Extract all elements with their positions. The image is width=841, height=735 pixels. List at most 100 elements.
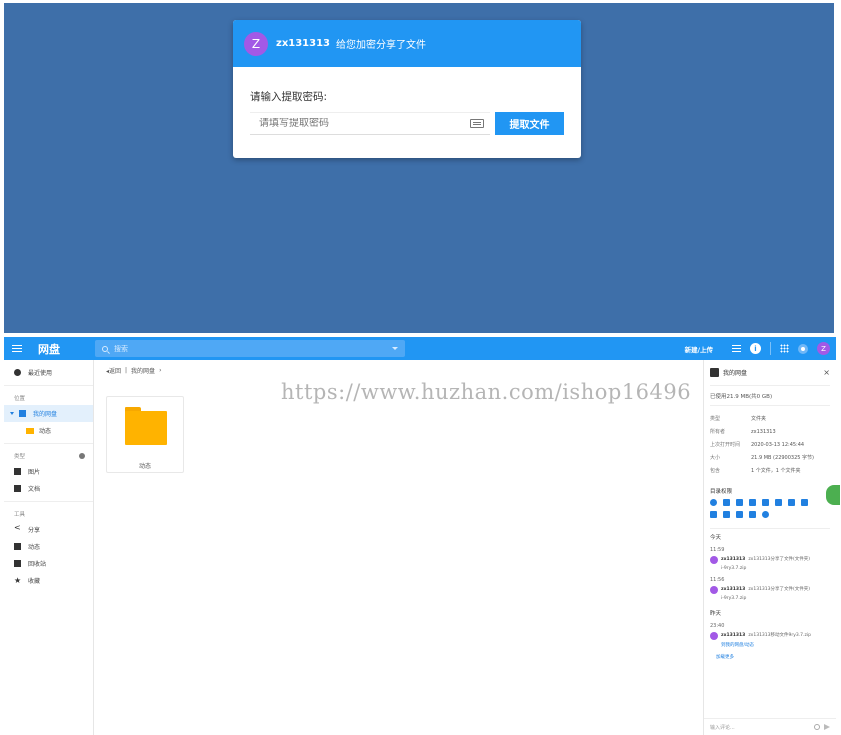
folder-item[interactable]: 动态: [106, 396, 184, 473]
activity-item: zx131313 zx131313移动文件9ry3.7.zip: [710, 632, 830, 640]
sidebar-divider: [4, 443, 93, 444]
sidebar-divider: [4, 385, 93, 386]
back-link[interactable]: ◂返回: [106, 366, 121, 375]
sidebar-item-my-drive[interactable]: 我的网盘: [4, 405, 93, 422]
dialog-header: Z zx131313 给您加密分享了文件: [233, 20, 581, 67]
activity-icon: [14, 543, 21, 550]
sidebar-item-label: 动态: [39, 428, 52, 435]
list-view-icon[interactable]: [732, 345, 741, 352]
add-category-icon[interactable]: [79, 452, 85, 459]
new-upload-button[interactable]: 新建/上传: [685, 344, 713, 354]
sidebar-item-subfolder[interactable]: 动态: [4, 422, 93, 439]
floating-action-tab[interactable]: [826, 485, 840, 505]
sidebar-item-label: 文档: [28, 486, 41, 493]
activity-text-wrap: zx131313 zx131313移动文件9ry3.7.zip: [721, 632, 811, 638]
share-permission-icon[interactable]: [762, 511, 769, 518]
info-icon[interactable]: i: [750, 343, 761, 354]
property-row: 所有者 zx131313: [710, 425, 830, 438]
copy-permission-icon[interactable]: [723, 499, 730, 506]
send-icon[interactable]: [824, 724, 830, 730]
sidebar-item-recycle[interactable]: 回收站: [4, 555, 93, 572]
watermark-text: https://www.huzhan.com/ishop16496: [281, 380, 692, 404]
load-more-link[interactable]: 加载更多: [710, 654, 830, 660]
view-permission-icon[interactable]: [710, 499, 717, 506]
property-key: 包含: [710, 468, 721, 474]
folder-permission-icon[interactable]: [749, 511, 756, 518]
edit-permission-icon[interactable]: [762, 499, 769, 506]
sidebar-item-label: 动态: [28, 544, 41, 551]
avatar: [710, 586, 718, 594]
hamburger-menu-icon[interactable]: [12, 345, 22, 352]
property-key: 所有者: [710, 429, 726, 435]
property-key: 上次打开时间: [710, 442, 741, 448]
comment-input[interactable]: 输入评论...: [710, 724, 735, 731]
duplicate-permission-icon[interactable]: [710, 511, 717, 518]
clock-icon: [14, 369, 21, 376]
delete-permission-icon[interactable]: [736, 499, 743, 506]
extract-password-dialog: Z zx131313 给您加密分享了文件 请输入提取密码: 提取文件: [233, 20, 581, 158]
trash-icon: [14, 560, 21, 567]
property-row: 上次打开时间 2020-03-13 12:45:44: [710, 438, 830, 451]
comment-actions: [814, 724, 830, 730]
sidebar-item-favorites[interactable]: ★ 收藏: [4, 572, 93, 589]
activity-time: 11:56: [710, 577, 725, 583]
file-area: ◂返回 | 我的网盘 › 动态 https://www.huzhan.com/i…: [95, 360, 702, 735]
password-field-box[interactable]: [250, 112, 490, 135]
property-key: 大小: [710, 455, 721, 461]
activity-text: zx131313分享了文件(文件夹): [748, 557, 811, 562]
activity-file-link[interactable]: 到我的网盘/动态: [710, 642, 830, 648]
toolbar-divider: [770, 342, 771, 355]
comment-bar: 输入评论...: [704, 718, 836, 735]
expand-chevron-icon[interactable]: [10, 412, 14, 415]
property-value: 2020-03-13 12:45:44: [751, 441, 805, 448]
activity-divider: [710, 528, 830, 529]
activity-item: zx131313 zx131313分享了文件(文件夹): [710, 556, 830, 564]
sidebar-item-documents[interactable]: 文档: [4, 480, 93, 497]
search-input[interactable]: 搜索: [114, 344, 128, 354]
notification-icon[interactable]: [798, 343, 808, 354]
breadcrumb-arrow: ›: [159, 366, 162, 374]
details-title: 我的网盘: [710, 368, 747, 377]
activity-section-yesterday: 昨天: [710, 611, 722, 617]
star-icon: ★: [14, 576, 22, 585]
property-key: 类型: [710, 416, 721, 422]
extract-file-button[interactable]: 提取文件: [495, 112, 564, 135]
paste-permission-icon[interactable]: [723, 511, 730, 518]
password-input[interactable]: [259, 118, 449, 129]
drive-icon: [19, 410, 26, 417]
activity-time: 11:59: [710, 547, 725, 553]
rename-permission-icon[interactable]: [775, 499, 782, 506]
share-icon: [14, 523, 21, 533]
emoji-icon[interactable]: [814, 724, 820, 730]
folder-body: [125, 411, 167, 445]
keyboard-icon[interactable]: [470, 119, 484, 128]
storage-usage: 已使用21.9 MB(共0 GB): [710, 386, 830, 406]
sidebar-item-label: 回收站: [28, 561, 47, 568]
search-options-chevron-icon[interactable]: [392, 347, 398, 350]
activity-text-wrap: zx131313 zx131313分享了文件(文件夹): [721, 556, 810, 562]
sidebar-item-share[interactable]: 分享: [4, 521, 93, 538]
password-prompt-label: 请输入提取密码:: [250, 91, 328, 103]
section-label: 工具: [14, 511, 26, 518]
sidebar-item-activity[interactable]: 动态: [4, 538, 93, 555]
sidebar-item-images[interactable]: 图片: [4, 463, 93, 480]
download-alt-permission-icon[interactable]: [801, 499, 808, 506]
breadcrumb-current[interactable]: 我的网盘: [131, 366, 155, 375]
sidebar-item-recent[interactable]: 最近使用: [4, 364, 93, 381]
user-avatar[interactable]: Z: [817, 342, 830, 355]
image-icon: [14, 468, 21, 475]
apps-grid-icon[interactable]: [780, 344, 789, 353]
close-icon[interactable]: ×: [823, 368, 830, 377]
property-row: 大小 21.9 MB (22900325 字节): [710, 451, 830, 464]
activity-user: zx131313: [721, 633, 746, 638]
sidebar-item-label: 图片: [28, 469, 41, 476]
activity-user: zx131313: [721, 587, 746, 592]
activity-text: zx131313移动文件9ry3.7.zip: [748, 633, 811, 638]
download-permission-icon[interactable]: [788, 499, 795, 506]
section-header-location: 位置: [4, 390, 93, 405]
sidebar-item-label: 分享: [28, 527, 41, 534]
upload-permission-icon[interactable]: [736, 511, 743, 518]
save-permission-icon[interactable]: [749, 499, 756, 506]
search-bar[interactable]: 搜索: [95, 340, 405, 357]
sidebar: 最近使用 位置 我的网盘 动态 类型 图片 文档 工具 < 分享 动态 回收站 …: [4, 360, 94, 735]
